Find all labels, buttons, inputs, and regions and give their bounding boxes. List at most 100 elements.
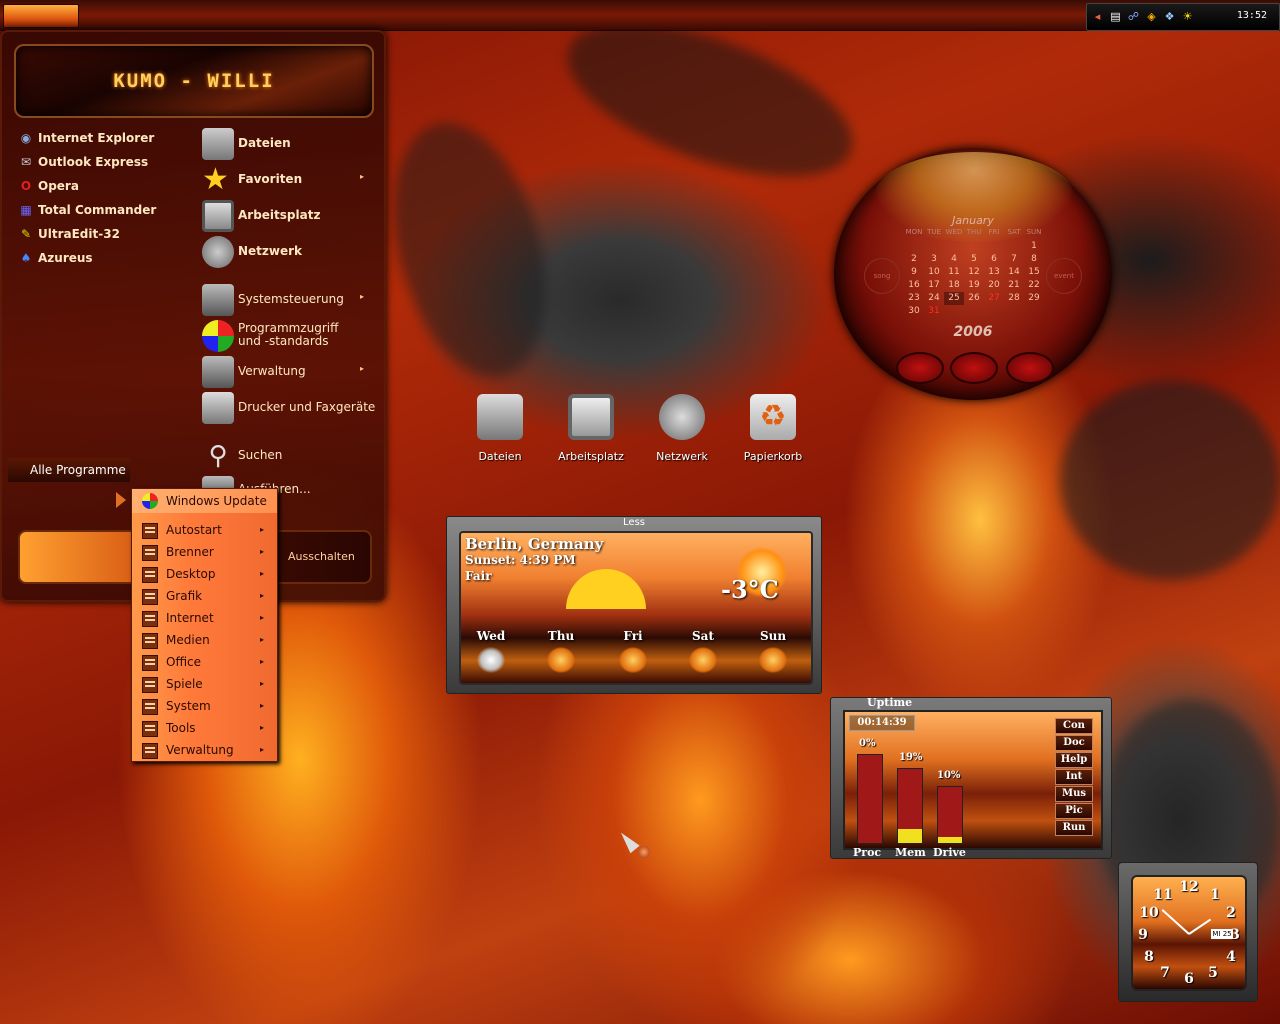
mem-bar bbox=[897, 768, 923, 844]
desktop-icon-dateien[interactable]: Dateien bbox=[460, 394, 540, 463]
uptime-run-button[interactable]: Run bbox=[1055, 820, 1093, 836]
pinned-azureus[interactable]: ♠ Azureus bbox=[18, 248, 93, 268]
place-netzwerk[interactable]: Netzwerk bbox=[202, 236, 372, 268]
place-drucker[interactable]: Drucker und Faxgeräte bbox=[202, 392, 375, 424]
submenu-windows-update[interactable]: Windows Update bbox=[132, 489, 277, 513]
chevron-right-icon: ▸ bbox=[260, 613, 265, 622]
calendar-event-button[interactable]: event bbox=[1046, 258, 1082, 294]
clock-number: 7 bbox=[1160, 965, 1170, 981]
uptime-con-button[interactable]: Con bbox=[1055, 718, 1093, 734]
desktop-icon-papierkorb[interactable]: ♻ Papierkorb bbox=[733, 394, 813, 463]
place-suchen[interactable]: ⚲ Suchen bbox=[202, 440, 372, 472]
submenu-item[interactable]: Medien ▸ bbox=[132, 629, 277, 651]
shutdown-button[interactable]: Ausschalten bbox=[288, 550, 355, 563]
submenu-item[interactable]: Tools ▸ bbox=[132, 717, 277, 739]
pinned-total-commander[interactable]: ▦ Total Commander bbox=[18, 200, 156, 220]
uptime-mus-button[interactable]: Mus bbox=[1055, 786, 1093, 802]
place-favoriten[interactable]: ★ Favoriten ▸ bbox=[202, 164, 372, 196]
start-button[interactable] bbox=[3, 4, 79, 28]
folder-icon bbox=[202, 128, 234, 160]
calendar-button[interactable] bbox=[896, 352, 944, 384]
submenu-item[interactable]: System ▸ bbox=[132, 695, 277, 717]
weather-condition: Fair bbox=[465, 569, 492, 583]
calendar-grid: 1 2345678 9 10 11 12 13 14 15 16 17 18 19 20 21 22 2… bbox=[904, 240, 1044, 318]
pinned-opera[interactable]: O Opera bbox=[18, 176, 79, 196]
program-group-icon bbox=[142, 743, 158, 759]
clock-face: 12 1 2 3 4 5 6 7 8 9 10 11 MI 25 bbox=[1131, 875, 1247, 991]
network-icon[interactable]: ☍ bbox=[1127, 10, 1140, 23]
chevron-right-icon: ▸ bbox=[260, 701, 265, 710]
clock-number: 1 bbox=[1210, 887, 1220, 903]
chevron-right-icon: ▸ bbox=[260, 635, 265, 644]
taskbar: ◂ ▤ ☍ ◈ ❖ ☀ 13:52 bbox=[0, 0, 1280, 31]
calendar-button[interactable] bbox=[950, 352, 998, 384]
uptime-int-button[interactable]: Int bbox=[1055, 769, 1093, 785]
system-tray: ◂ ▤ ☍ ◈ ❖ ☀ 13:52 bbox=[1086, 3, 1280, 31]
weather-panel: Berlin, Germany Sunset: 4:39 PM Fair -3°… bbox=[459, 531, 813, 685]
submenu-item[interactable]: Office ▸ bbox=[132, 651, 277, 673]
desktop-icon-netzwerk[interactable]: Netzwerk bbox=[642, 394, 722, 463]
clock-number: 2 bbox=[1226, 905, 1236, 921]
app-icon[interactable]: ❖ bbox=[1163, 10, 1176, 23]
all-programs-button[interactable]: Alle Programme bbox=[8, 458, 130, 482]
calendar-button[interactable] bbox=[1006, 352, 1054, 384]
media-icon[interactable]: ◈ bbox=[1145, 10, 1158, 23]
calendar-weekdays: MON TUE WED THU FRI SAT SUN bbox=[905, 228, 1042, 236]
uptime-time: 00:14:39 bbox=[849, 715, 915, 731]
weather-icon[interactable]: ☀ bbox=[1181, 10, 1194, 23]
pinned-internet-explorer[interactable]: ◉ Internet Explorer bbox=[18, 128, 155, 148]
mem-bar-fill bbox=[898, 828, 922, 843]
chevron-right-icon: ▸ bbox=[260, 657, 265, 666]
proc-label: Proc bbox=[853, 846, 882, 859]
mouse-cursor-ball-icon bbox=[638, 846, 650, 858]
submenu-item[interactable]: Spiele ▸ bbox=[132, 673, 277, 695]
place-programmzugriff[interactable]: Programmzugriff und -standards bbox=[202, 320, 372, 352]
pinned-ultraedit[interactable]: ✎ UltraEdit-32 bbox=[18, 224, 120, 244]
clock-number: 9 bbox=[1138, 927, 1148, 943]
ultraedit-icon: ✎ bbox=[20, 227, 32, 241]
chevron-right-icon: ▸ bbox=[260, 745, 265, 754]
wallpaper-streak bbox=[548, 0, 872, 208]
printer-icon bbox=[202, 392, 234, 424]
clock-number: 5 bbox=[1208, 965, 1218, 981]
desktop-icon-arbeitsplatz[interactable]: Arbeitsplatz bbox=[551, 394, 631, 463]
submenu-item[interactable]: Grafik ▸ bbox=[132, 585, 277, 607]
submenu-item[interactable]: Verwaltung ▸ bbox=[132, 739, 277, 761]
place-verwaltung[interactable]: Verwaltung ▸ bbox=[202, 356, 372, 388]
uptime-pic-button[interactable]: Pic bbox=[1055, 803, 1093, 819]
weather-less-toggle[interactable]: Less bbox=[447, 517, 821, 529]
sun-icon bbox=[619, 647, 647, 673]
pinned-outlook-express[interactable]: ✉ Outlook Express bbox=[18, 152, 148, 172]
place-arbeitsplatz[interactable]: Arbeitsplatz bbox=[202, 200, 372, 232]
floppy-icon[interactable]: ▤ bbox=[1109, 10, 1122, 23]
tray-clock[interactable]: 13:52 bbox=[1237, 10, 1267, 21]
arrow-icon[interactable]: ◂ bbox=[1091, 10, 1104, 23]
place-systemsteuerung[interactable]: Systemsteuerung ▸ bbox=[202, 284, 372, 316]
program-group-icon bbox=[142, 633, 158, 649]
program-group-icon bbox=[142, 721, 158, 737]
clock-date: MI 25 bbox=[1211, 929, 1233, 939]
chevron-right-icon: ▸ bbox=[260, 723, 265, 732]
place-dateien[interactable]: Dateien bbox=[202, 128, 372, 160]
chevron-right-icon: ▸ bbox=[260, 547, 265, 556]
proc-percent: 0% bbox=[859, 738, 876, 749]
chevron-right-icon: ▸ bbox=[260, 525, 265, 534]
uptime-doc-button[interactable]: Doc bbox=[1055, 735, 1093, 751]
clock-number: 12 bbox=[1179, 879, 1199, 895]
program-group-icon bbox=[142, 523, 158, 539]
user-banner: KUMO - WILLI bbox=[14, 44, 374, 118]
calendar-song-button[interactable]: song bbox=[864, 258, 900, 294]
program-group-icon bbox=[142, 699, 158, 715]
cloud-icon bbox=[477, 647, 505, 673]
outlook-icon: ✉ bbox=[20, 155, 32, 169]
uptime-help-button[interactable]: Help bbox=[1055, 752, 1093, 768]
folder-icon bbox=[477, 394, 523, 440]
calendar-widget: January MON TUE WED THU FRI SAT SUN 1 2345678 … bbox=[834, 148, 1112, 400]
submenu-item[interactable]: Internet ▸ bbox=[132, 607, 277, 629]
submenu-item[interactable]: Desktop ▸ bbox=[132, 563, 277, 585]
program-group-icon bbox=[142, 611, 158, 627]
network-icon bbox=[659, 394, 705, 440]
submenu-item[interactable]: Autostart ▸ bbox=[132, 519, 277, 541]
totalcmd-icon: ▦ bbox=[20, 203, 32, 217]
submenu-item[interactable]: Brenner ▸ bbox=[132, 541, 277, 563]
